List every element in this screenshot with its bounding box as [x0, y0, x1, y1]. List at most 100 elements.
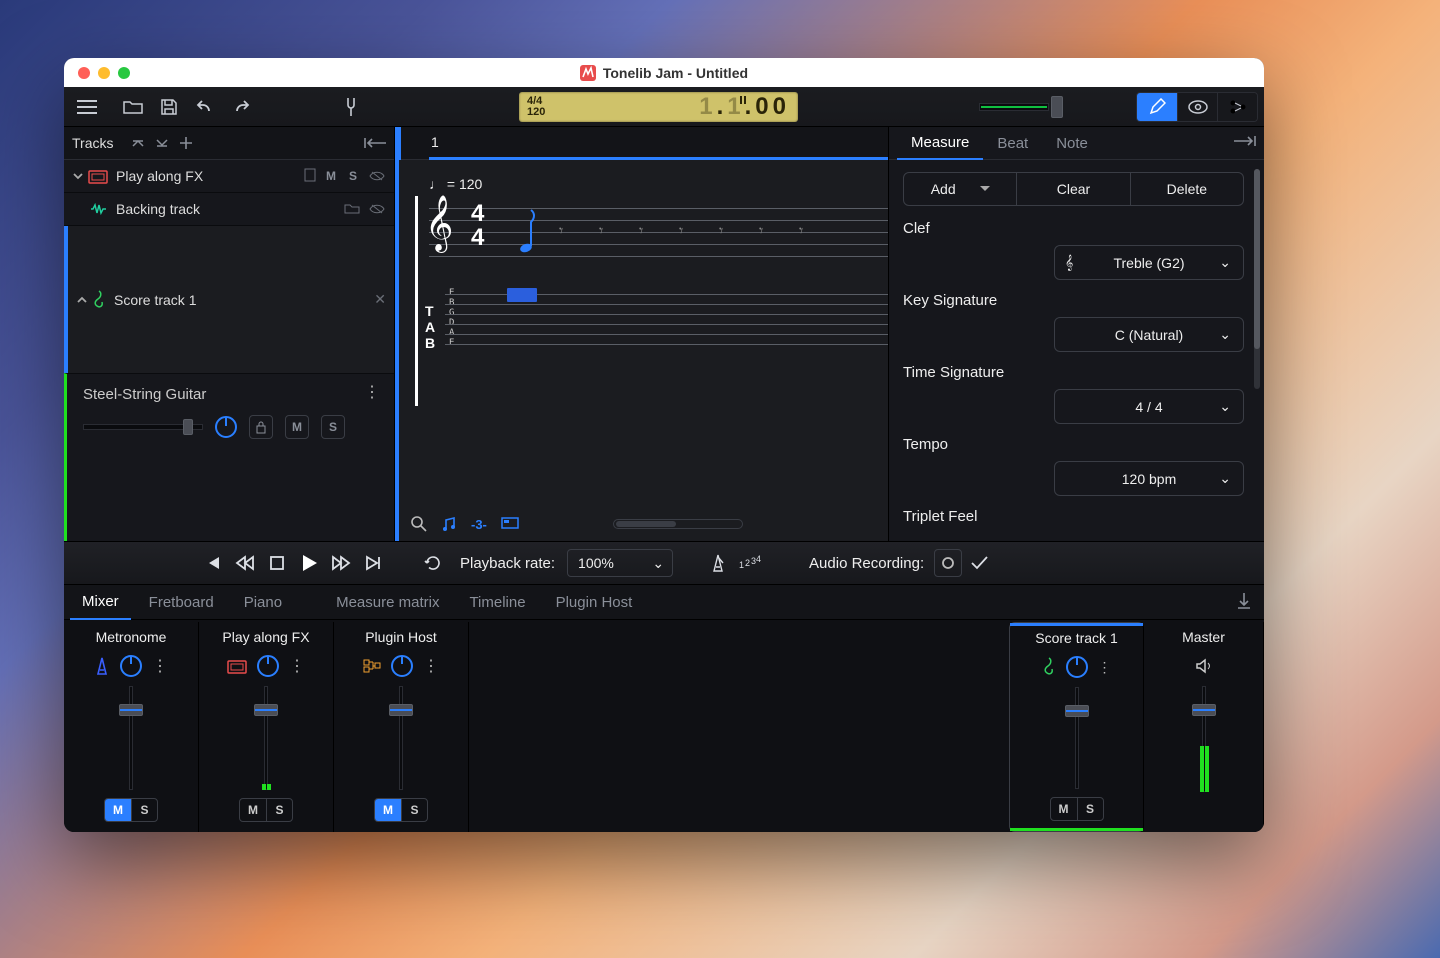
- notes-icon[interactable]: [441, 516, 457, 532]
- mute-button[interactable]: M: [285, 415, 309, 439]
- tab-note[interactable]: Note: [1042, 127, 1102, 160]
- tab-plugin-host[interactable]: Plugin Host: [544, 585, 645, 620]
- menu-icon[interactable]: [70, 91, 104, 123]
- tab-beat[interactable]: Beat: [983, 127, 1042, 160]
- tab-timeline[interactable]: Timeline: [457, 585, 537, 620]
- add-button[interactable]: Add: [904, 173, 1016, 205]
- nodes-mode-button[interactable]: [1217, 93, 1257, 121]
- countin-icon[interactable]: 1234: [735, 548, 765, 578]
- master-volume-slider[interactable]: [979, 92, 1049, 122]
- panel-collapse-icon[interactable]: [1232, 134, 1256, 152]
- loop-icon[interactable]: [418, 548, 448, 578]
- tab-measure[interactable]: Measure: [897, 127, 983, 160]
- play-icon[interactable]: [294, 548, 324, 578]
- mute-button[interactable]: M: [1051, 798, 1077, 820]
- track-row-backing[interactable]: Backing track: [64, 193, 394, 226]
- tab-mixer[interactable]: Mixer: [70, 585, 131, 620]
- undo-icon[interactable]: [188, 91, 222, 123]
- expand-down-icon[interactable]: [151, 132, 173, 154]
- tab-cursor[interactable]: [507, 288, 537, 302]
- playhead[interactable]: [395, 127, 401, 160]
- solo-button[interactable]: S: [266, 799, 292, 821]
- volume-fader[interactable]: [1192, 686, 1216, 792]
- pan-knob[interactable]: [215, 416, 237, 438]
- strip-more-icon[interactable]: ⋮: [289, 656, 305, 676]
- save-icon[interactable]: [152, 91, 186, 123]
- display-icon[interactable]: [501, 517, 519, 531]
- tempo-select[interactable]: 120 bpm⌄: [1054, 461, 1244, 496]
- pan-knob[interactable]: [391, 655, 413, 677]
- pan-knob[interactable]: [257, 655, 279, 677]
- volume-fader[interactable]: [119, 686, 143, 790]
- confirm-icon[interactable]: [964, 548, 994, 578]
- timesig-select[interactable]: 4 / 4⌄: [1054, 389, 1244, 424]
- edit-mode-button[interactable]: [1137, 93, 1177, 121]
- tab-piano[interactable]: Piano: [232, 585, 294, 620]
- hide-icon[interactable]: [368, 203, 386, 215]
- score-canvas[interactable]: ♩ = 120 𝄞 44 𝄾 𝄾 𝄾 𝄾 𝄾 𝄾 𝄾 TAB E B G D A…: [395, 160, 888, 541]
- panel-collapse-down-icon[interactable]: [1236, 591, 1252, 614]
- clear-button[interactable]: Clear: [1016, 173, 1129, 205]
- lcd-tempo: 120: [527, 107, 545, 118]
- rest-icon: 𝄾: [599, 223, 603, 241]
- lock-button[interactable]: [249, 415, 273, 439]
- volume-fader[interactable]: [254, 686, 278, 790]
- rewind-icon[interactable]: [230, 548, 260, 578]
- triplet-icon[interactable]: -3-: [471, 517, 487, 532]
- playback-rate-select[interactable]: 100%⌄: [567, 549, 673, 577]
- hide-icon[interactable]: [368, 170, 386, 182]
- add-track-icon[interactable]: [175, 132, 197, 154]
- collapse-up-icon[interactable]: [127, 132, 149, 154]
- inspector-body: Add Clear Delete Clef 𝄞Treble (G2)⌄ Key …: [889, 160, 1264, 541]
- transport-bar: Playback rate: 100%⌄ 1234 Audio Recordin…: [64, 541, 1264, 585]
- track-volume-slider[interactable]: [83, 417, 203, 437]
- redo-icon[interactable]: [224, 91, 258, 123]
- mute-button[interactable]: M: [375, 799, 401, 821]
- solo-button[interactable]: S: [401, 799, 427, 821]
- go-end-icon[interactable]: [358, 548, 388, 578]
- folder-icon[interactable]: [344, 201, 360, 217]
- mute-button[interactable]: M: [105, 799, 131, 821]
- tab-measure-matrix[interactable]: Measure matrix: [324, 585, 451, 620]
- delete-button[interactable]: Delete: [1130, 173, 1243, 205]
- playback-rate-label: Playback rate:: [460, 555, 555, 572]
- strip-more-icon[interactable]: ⋮: [1098, 659, 1112, 676]
- key-select[interactable]: C (Natural)⌄: [1054, 317, 1244, 352]
- pan-knob[interactable]: [1066, 656, 1088, 678]
- inspector-scrollbar[interactable]: [1254, 169, 1260, 389]
- mute-button[interactable]: M: [324, 169, 338, 183]
- solo-button[interactable]: S: [131, 799, 157, 821]
- horizontal-scrollbar[interactable]: [613, 519, 743, 529]
- solo-button[interactable]: S: [1077, 798, 1103, 820]
- forward-icon[interactable]: [326, 548, 356, 578]
- strip-more-icon[interactable]: ⋮: [152, 656, 168, 676]
- track-more-icon[interactable]: ⋮: [364, 382, 380, 402]
- clef-select[interactable]: 𝄞Treble (G2)⌄: [1054, 245, 1244, 280]
- timeline-ruler[interactable]: 1: [395, 127, 888, 160]
- score-panel: 1 ♩ = 120 𝄞 44 𝄾 𝄾 𝄾 𝄾 𝄾 𝄾 𝄾 TAB E B G D…: [395, 127, 888, 541]
- open-icon[interactable]: [116, 91, 150, 123]
- strip-name: Master: [1182, 622, 1225, 652]
- zoom-icon[interactable]: [411, 516, 427, 532]
- mute-button[interactable]: M: [240, 799, 266, 821]
- view-mode-button[interactable]: [1177, 93, 1217, 121]
- tab-fretboard[interactable]: Fretboard: [137, 585, 226, 620]
- record-button[interactable]: [934, 549, 962, 577]
- track-row-score[interactable]: Score track 1 ✕: [64, 226, 394, 373]
- page-icon[interactable]: [304, 168, 316, 185]
- tuning-fork-icon[interactable]: [334, 91, 368, 123]
- solo-button[interactable]: S: [321, 415, 345, 439]
- solo-button[interactable]: S: [346, 169, 360, 183]
- track-row-playfx[interactable]: Play along FX M S: [64, 160, 394, 193]
- go-start-icon[interactable]: [198, 548, 228, 578]
- volume-fader[interactable]: [1065, 687, 1089, 789]
- panel-collapse-icon[interactable]: [364, 132, 386, 154]
- key-label: Key Signature: [903, 292, 1244, 309]
- metronome-icon[interactable]: [703, 548, 733, 578]
- volume-fader[interactable]: [389, 686, 413, 790]
- strip-more-icon[interactable]: ⋮: [423, 656, 439, 676]
- pan-knob[interactable]: [120, 655, 142, 677]
- stop-icon[interactable]: [262, 548, 292, 578]
- audio-recording-label: Audio Recording:: [809, 555, 924, 572]
- close-track-icon[interactable]: ✕: [374, 291, 386, 308]
